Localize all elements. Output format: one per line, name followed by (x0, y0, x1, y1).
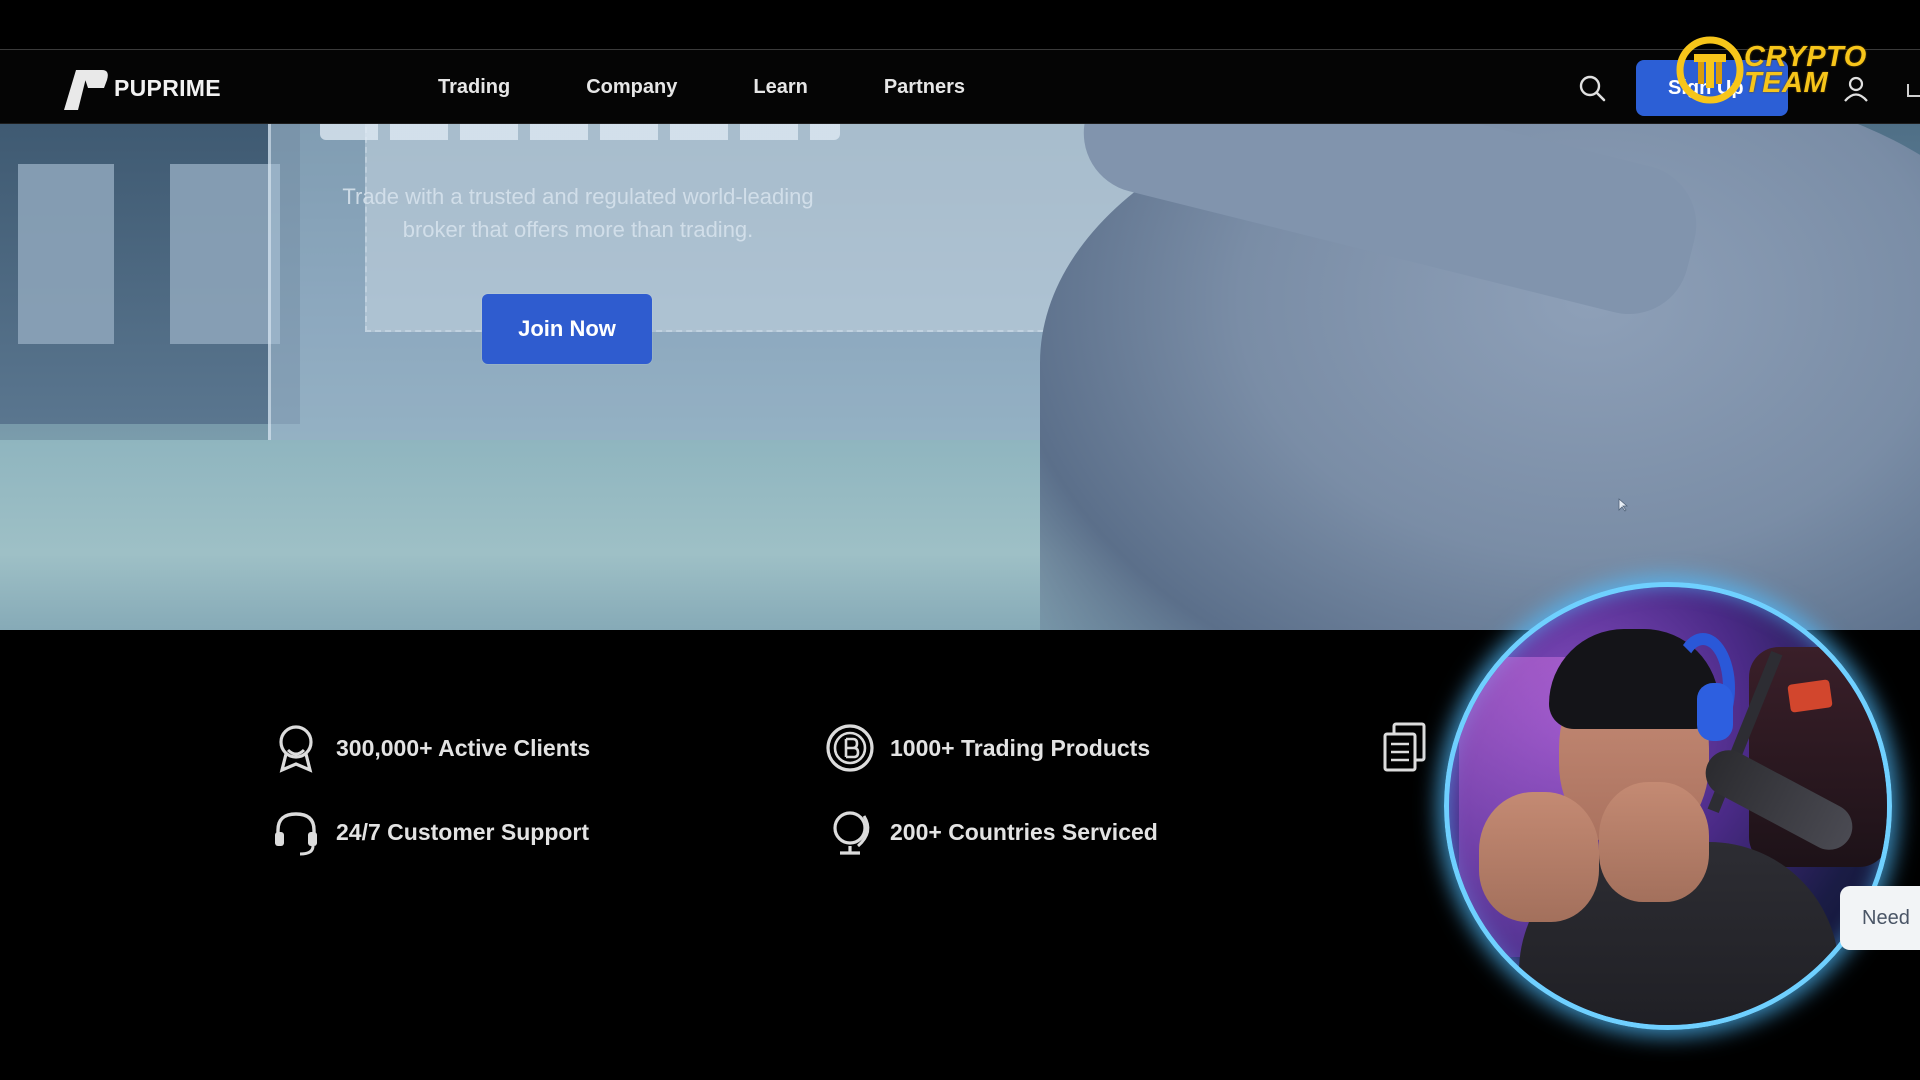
stat-trading-products: 1000+ Trading Products (824, 722, 1150, 774)
nav-item-company[interactable]: Company (586, 76, 677, 99)
puprime-logo-icon (64, 70, 108, 110)
headphone-earcup (1697, 683, 1733, 741)
join-now-button[interactable]: Join Now (482, 294, 652, 364)
nav-item-learn[interactable]: Learn (753, 76, 807, 99)
need-help-tab[interactable]: Need (1840, 886, 1920, 950)
globe-icon (833, 811, 870, 855)
window-pane (170, 164, 280, 344)
webcam-person-hand-right (1599, 782, 1709, 902)
hero-subtitle: Trade with a trusted and regulated world… (342, 184, 814, 242)
stat-label: 24/7 Customer Support (336, 818, 590, 845)
stat-customer-support: 24/7 Customer Support (270, 806, 589, 858)
search-icon[interactable] (1578, 74, 1606, 102)
nav-item-partners[interactable]: Partners (884, 76, 965, 99)
crypto-team-watermark: CRYPTO TEAM (1672, 34, 1867, 106)
stat-label: 300,000+ Active Clients (336, 734, 591, 761)
webcam-person-hand-left (1479, 792, 1599, 922)
site-logo[interactable]: PUPRIME (58, 64, 221, 112)
logo-text: PUPRIME (114, 74, 221, 101)
streamer-webcam (1444, 582, 1892, 1030)
headset-icon (275, 812, 317, 856)
window-pane (18, 164, 114, 344)
chair-logo-icon (1787, 679, 1833, 713)
stat-active-clients: 300,000+ Active Clients (270, 722, 590, 774)
nav-item-trading[interactable]: Trading (438, 76, 510, 99)
crypto-team-text: CRYPTO TEAM (1744, 43, 1867, 99)
page: PUPRIME Trading Company Learn Partners S… (0, 0, 1920, 1080)
crypto-team-line2: TEAM (1744, 67, 1829, 99)
stat-label: 200+ Countries Serviced (890, 818, 1158, 845)
hero-section: Trade with a trusted and regulated world… (0, 124, 1920, 630)
site-header: PUPRIME Trading Company Learn Partners S… (0, 50, 1920, 124)
stat-label: 1000+ Trading Products (890, 734, 1151, 761)
award-icon (279, 725, 313, 773)
main-nav: Trading Company Learn Partners (438, 50, 1041, 124)
language-icon[interactable] (1906, 82, 1920, 98)
crypto-team-coin-icon (1676, 36, 1744, 104)
hero-title-fragment (320, 124, 840, 140)
stat-countries-serviced: 200+ Countries Serviced (824, 806, 1158, 858)
bitcoin-coin-icon (826, 724, 874, 772)
hero-title-clipped (320, 124, 840, 144)
mouse-cursor-icon (1618, 498, 1628, 512)
hero-window-bg (0, 124, 300, 424)
documents-icon (1383, 722, 1426, 772)
top-strip (0, 0, 1920, 50)
